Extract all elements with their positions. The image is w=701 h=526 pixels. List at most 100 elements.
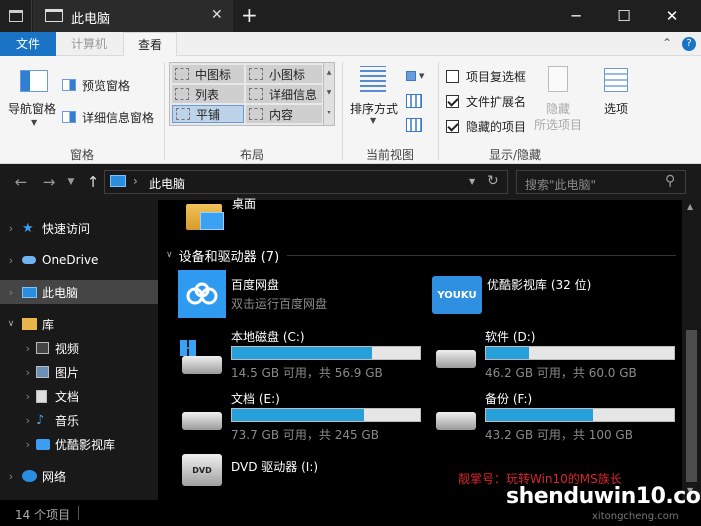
menu-bar: 文件 计算机 查看 ⌃ ? [0, 32, 701, 57]
drive-f-item[interactable]: 备份 (F:) 43.2 GB 可用，共 100 GB [432, 388, 677, 444]
baidu-netdisk-icon [178, 270, 226, 318]
new-tab-button[interactable]: + [241, 3, 258, 27]
chevron-right-icon[interactable]: › [0, 254, 22, 267]
drive-e-item[interactable]: 文档 (E:) 73.7 GB 可用，共 245 GB [178, 388, 423, 444]
breadcrumb[interactable]: 此电脑 [149, 175, 185, 192]
forward-arrow-icon[interactable]: → [38, 171, 60, 193]
sidebar-item-pictures[interactable]: › 图片 [0, 360, 158, 384]
usage-fill [232, 347, 373, 359]
tab-title: 此电脑 [71, 12, 111, 27]
layout-medium-icons[interactable]: 中图标 [172, 65, 244, 83]
site-watermark-sub: xitongcheng.com [592, 511, 679, 522]
options-button[interactable]: 选项 [596, 64, 638, 128]
file-extensions-toggle[interactable]: 文件扩展名 [446, 93, 526, 110]
size-columns-button[interactable] [406, 118, 422, 132]
dvd-drive-item[interactable]: DVD DVD 驱动器 (I:) [178, 450, 423, 494]
youku-folder-icon [36, 438, 50, 450]
video-icon [36, 342, 49, 354]
details-icon [249, 88, 263, 100]
sidebar-item-music[interactable]: › ♪ 音乐 [0, 408, 158, 432]
address-dropdown-icon[interactable]: ▼ [469, 177, 475, 186]
layout-list[interactable]: 列表 [172, 85, 244, 103]
chevron-right-icon[interactable]: › [0, 342, 36, 355]
recent-chevron-icon[interactable]: ▼ [60, 171, 82, 193]
drive-e-usage-bar [231, 408, 421, 422]
layout-content[interactable]: 内容 [246, 105, 322, 123]
tab-this-pc[interactable]: 此电脑 ✕ [33, 0, 233, 32]
maximize-button[interactable]: ☐ [601, 0, 647, 32]
chevron-right-icon[interactable]: › [0, 366, 36, 379]
dvd-disc-label: DVD [192, 465, 212, 475]
scroll-up-icon[interactable]: ▲ [687, 202, 693, 211]
refresh-icon[interactable]: ↻ [487, 173, 499, 189]
menu-computer[interactable]: 计算机 [57, 32, 121, 56]
sidebar-item-videos[interactable]: › 视频 [0, 336, 158, 360]
drive-d-item[interactable]: 软件 (D:) 46.2 GB 可用，共 60.0 GB [432, 326, 677, 382]
scroll-thumb[interactable] [686, 330, 697, 482]
music-icon: ♪ [36, 412, 45, 428]
search-input[interactable]: 搜索"此电脑" ⚲ [516, 170, 686, 194]
hidden-items-checkbox[interactable] [446, 120, 459, 133]
details-pane-button[interactable]: 详细信息窗格 [62, 108, 162, 126]
up-arrow-icon[interactable]: ↑ [82, 171, 104, 193]
menu-view[interactable]: 查看 [123, 32, 178, 57]
layout-details[interactable]: 详细信息 [246, 85, 322, 103]
sidebar-item-quick-access[interactable]: › ★ 快速访问 [0, 216, 158, 240]
ribbon-collapse-icon[interactable]: ⌃ [662, 36, 672, 50]
title-bar: 此电脑 ✕ + ─ ☐ ✕ [0, 0, 701, 32]
menu-file[interactable]: 文件 [0, 32, 57, 56]
nav-pane-button[interactable]: 导航窗格 ▼ [6, 66, 62, 128]
group-by-button[interactable]: ▼ [406, 68, 428, 84]
chevron-right-icon[interactable]: › [0, 438, 36, 451]
search-icon[interactable]: ⚲ [665, 173, 675, 189]
youku-library-item[interactable]: YOUKU 优酷影视库 (32 位) [432, 270, 672, 322]
layout-small-icons[interactable]: 小图标 [246, 65, 322, 83]
sidebar-item-youku[interactable]: › 优酷影视库 [0, 432, 158, 456]
item-checkboxes-checkbox[interactable] [446, 70, 459, 83]
item-checkboxes-toggle[interactable]: 项目复选框 [446, 68, 526, 85]
sidebar-item-documents[interactable]: › 文档 [0, 384, 158, 408]
picture-icon [36, 366, 49, 378]
chevron-right-icon[interactable]: › [0, 286, 22, 299]
hide-selected-button[interactable]: 隐藏 所选项目 [532, 64, 588, 134]
chevron-right-icon[interactable]: › [0, 390, 36, 403]
section-header[interactable]: ∨ 设备和驱动器 (7) [166, 246, 676, 265]
close-button[interactable]: ✕ [649, 0, 695, 32]
small-icons-icon [249, 68, 263, 80]
window-menu-tab[interactable] [0, 0, 32, 32]
sort-icon [360, 66, 386, 92]
window-icon [8, 10, 23, 22]
preview-pane-button[interactable]: 预览窗格 [62, 76, 162, 94]
breadcrumb-separator: › [133, 174, 138, 188]
sidebar-item-network[interactable]: › 网络 [0, 464, 158, 488]
baidu-netdisk-item[interactable]: 百度网盘 双击运行百度网盘 [178, 270, 408, 318]
add-columns-button[interactable] [406, 94, 422, 108]
chevron-right-icon[interactable]: › [0, 222, 22, 235]
sort-by-button[interactable]: 排序方式 ▼ [346, 64, 404, 128]
address-field[interactable]: › 此电脑 ▼ ↻ [104, 170, 508, 194]
chevron-down-icon[interactable]: ∨ [0, 319, 22, 329]
vertical-scrollbar[interactable]: ▲ ▼ [682, 200, 701, 500]
drive-c-item[interactable]: 本地磁盘 (C:) 14.5 GB 可用，共 56.9 GB [178, 326, 423, 382]
help-icon[interactable]: ? [682, 37, 696, 51]
chevron-right-icon[interactable]: › [0, 414, 36, 427]
sidebar-item-onedrive[interactable]: › OneDrive [0, 248, 158, 272]
layout-scroll[interactable]: ▲ ▼ ▾ [323, 63, 334, 125]
hidden-items-toggle[interactable]: 隐藏的项目 [446, 118, 526, 135]
windows-logo-icon [180, 340, 196, 356]
youku-logo: YOUKU [437, 289, 477, 301]
back-arrow-icon[interactable]: ← [10, 171, 32, 193]
drive-c-usage-bar [231, 346, 421, 360]
minimize-button[interactable]: ─ [553, 0, 599, 32]
options-icon [604, 68, 628, 92]
layout-tiles[interactable]: 平铺 [172, 105, 244, 123]
sidebar-item-this-pc[interactable]: › 此电脑 [0, 280, 158, 304]
chevron-right-icon[interactable]: › [0, 470, 22, 483]
document-icon [36, 389, 47, 403]
file-extensions-checkbox[interactable] [446, 95, 459, 108]
tab-close-icon[interactable]: ✕ [211, 7, 223, 23]
this-pc-icon [22, 286, 37, 298]
desktop-item[interactable]: 桌面 [186, 197, 266, 236]
section-divider [287, 254, 676, 256]
sidebar-item-libraries[interactable]: ∨ 库 [0, 312, 158, 336]
